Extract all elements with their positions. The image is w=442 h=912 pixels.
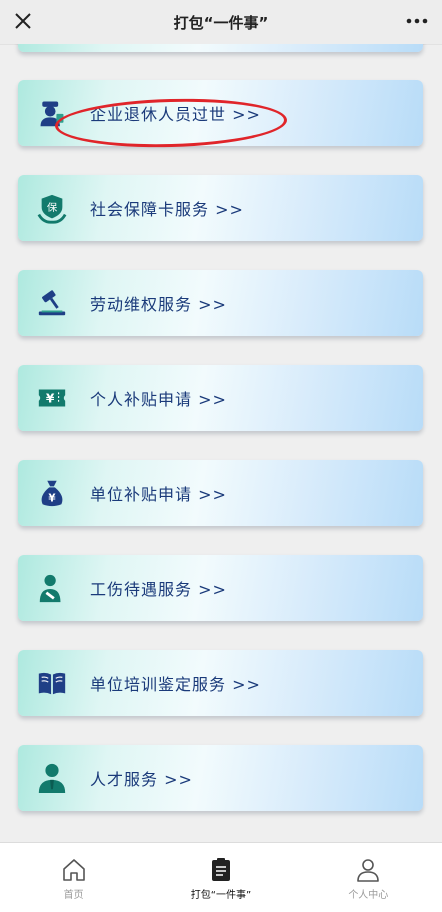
- service-list: 企业退休人员过世 >> 保 社会保障卡服务 >> 劳动维权服务 >> ¥ 个人补…: [0, 44, 442, 842]
- service-label: 工伤待遇服务 >>: [90, 580, 227, 599]
- injured-worker-icon: [35, 571, 69, 605]
- service-card-labor-rights[interactable]: 劳动维权服务 >>: [18, 270, 423, 336]
- user-icon: [357, 859, 380, 882]
- service-card-injury-benefits[interactable]: 工伤待遇服务 >>: [18, 555, 423, 621]
- home-icon: [62, 859, 85, 881]
- page-title: 打包“一件事”: [173, 13, 269, 32]
- svg-text:¥: ¥: [46, 392, 55, 406]
- service-card-personal-subsidy[interactable]: ¥ 个人补贴申请 >>: [18, 365, 423, 431]
- svg-text:¥: ¥: [48, 492, 56, 504]
- tab-package[interactable]: 打包“一件事”: [147, 843, 294, 912]
- social-security-card-icon: 保: [35, 191, 69, 225]
- service-label: 人才服务 >>: [90, 770, 193, 789]
- service-card-social-security[interactable]: 保 社会保障卡服务 >>: [18, 175, 423, 241]
- service-card-partial[interactable]: [18, 44, 423, 52]
- service-label: 单位培训鉴定服务 >>: [90, 675, 261, 694]
- money-bag-icon: ¥: [35, 476, 69, 510]
- tab-label: 个人中心: [348, 890, 389, 901]
- svg-text:保: 保: [47, 201, 58, 214]
- more-icon[interactable]: [404, 8, 430, 34]
- service-label: 社会保障卡服务 >>: [90, 200, 244, 219]
- close-icon[interactable]: [10, 8, 36, 34]
- service-label: 个人补贴申请 >>: [90, 390, 227, 409]
- talent-person-icon: [35, 761, 69, 795]
- yuan-ticket-icon: ¥: [35, 381, 69, 415]
- bottom-tab-bar: 首页 打包“一件事” 个人中心: [0, 842, 442, 912]
- service-label: 劳动维权服务 >>: [90, 295, 227, 314]
- service-card-talent[interactable]: 人才服务 >>: [18, 745, 423, 811]
- service-card-unit-subsidy[interactable]: ¥ 单位补贴申请 >>: [18, 460, 423, 526]
- tab-home[interactable]: 首页: [0, 843, 147, 912]
- tab-personal-center[interactable]: 个人中心: [295, 843, 442, 912]
- top-bar: 打包“一件事”: [0, 0, 442, 45]
- service-card-training-appraisal[interactable]: 单位培训鉴定服务 >>: [18, 650, 423, 716]
- service-label: 单位补贴申请 >>: [90, 485, 227, 504]
- gavel-icon: [35, 286, 69, 320]
- tab-label: 打包“一件事”: [190, 890, 252, 901]
- clipboard-icon: [211, 858, 230, 881]
- tab-label: 首页: [63, 890, 84, 901]
- book-icon: [35, 666, 69, 700]
